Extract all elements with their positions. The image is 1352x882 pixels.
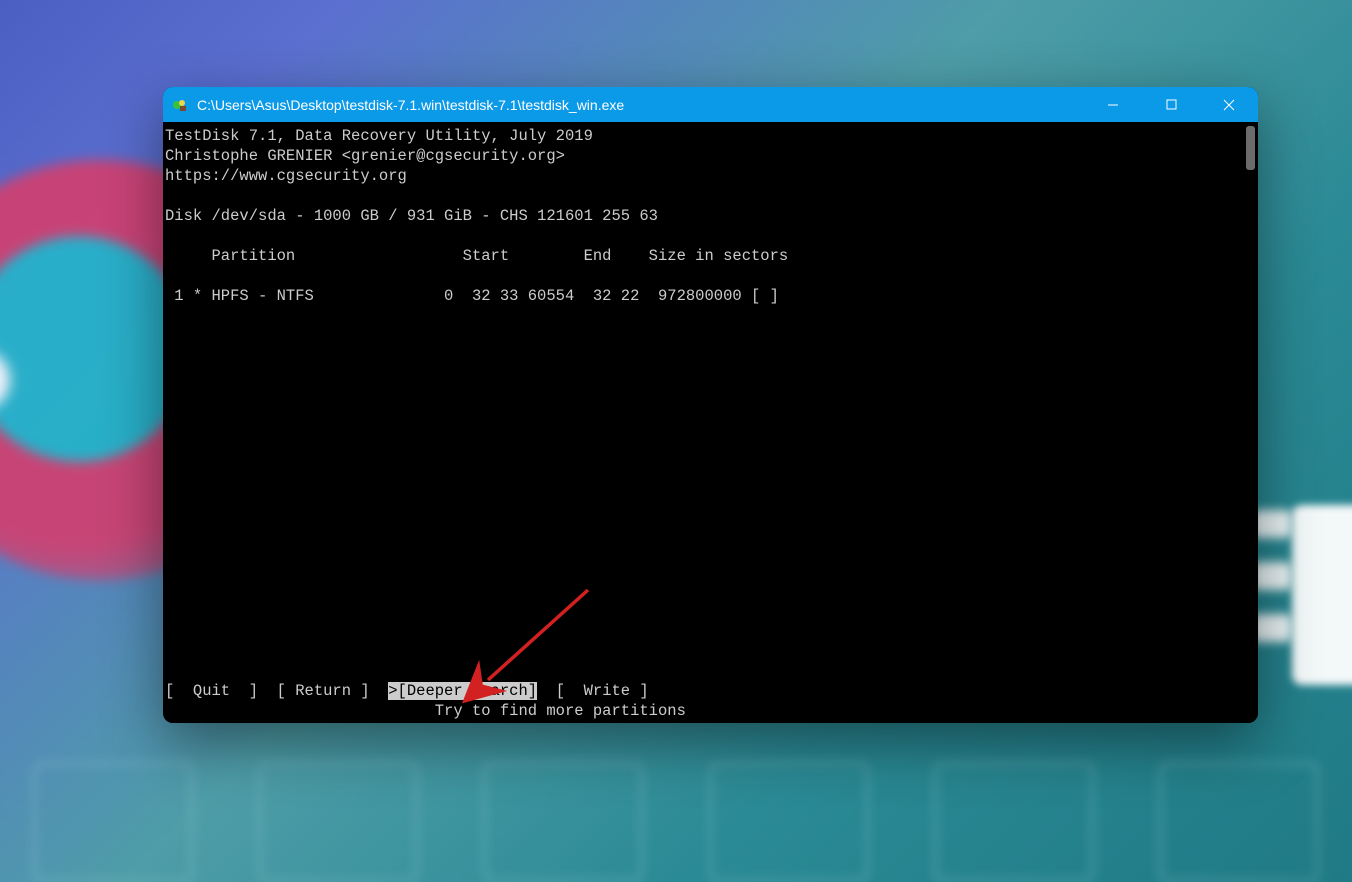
minimize-icon	[1107, 99, 1119, 111]
close-button[interactable]	[1200, 87, 1258, 122]
maximize-button[interactable]	[1142, 87, 1200, 122]
menu-item-quit[interactable]: [ Quit ]	[165, 682, 258, 700]
header-line-2: Christophe GRENIER <grenier@cgsecurity.o…	[163, 146, 1258, 166]
desktop-bg-slits	[1252, 510, 1292, 666]
partition-row: 1 * HPFS - NTFS 0 32 33 60554 32 22 9728…	[163, 286, 1258, 306]
partition-header: Partition Start End Size in sectors	[163, 246, 1258, 266]
blank-line	[163, 186, 1258, 206]
blank-line	[163, 266, 1258, 286]
minimize-button[interactable]	[1084, 87, 1142, 122]
menu-item-write[interactable]: [ Write ]	[556, 682, 649, 700]
menu-hint: Try to find more partitions	[165, 701, 1258, 721]
disk-line: Disk /dev/sda - 1000 GB / 931 GiB - CHS …	[163, 206, 1258, 226]
menu-item-return[interactable]: [ Return ]	[277, 682, 370, 700]
menu-row: [ Quit ] [ Return ] >[Deeper Search] [ W…	[165, 681, 649, 701]
terminal-body[interactable]: TestDisk 7.1, Data Recovery Utility, Jul…	[163, 122, 1258, 723]
scrollbar-thumb[interactable]	[1246, 126, 1255, 170]
menu-item-deeper search[interactable]: >[Deeper Search]	[388, 682, 537, 700]
app-icon	[171, 96, 189, 114]
window-title: C:\Users\Asus\Desktop\testdisk-7.1.win\t…	[197, 97, 1084, 113]
close-icon	[1223, 99, 1235, 111]
header-line-1: TestDisk 7.1, Data Recovery Utility, Jul…	[163, 126, 1258, 146]
terminal-window: C:\Users\Asus\Desktop\testdisk-7.1.win\t…	[163, 87, 1258, 723]
titlebar[interactable]: C:\Users\Asus\Desktop\testdisk-7.1.win\t…	[163, 87, 1258, 122]
maximize-icon	[1166, 99, 1177, 110]
header-line-3: https://www.cgsecurity.org	[163, 166, 1258, 186]
desktop-bg-block	[1292, 505, 1352, 685]
blank-line	[163, 226, 1258, 246]
window-controls	[1084, 87, 1258, 122]
desktop-bg-bottom	[0, 752, 1352, 882]
